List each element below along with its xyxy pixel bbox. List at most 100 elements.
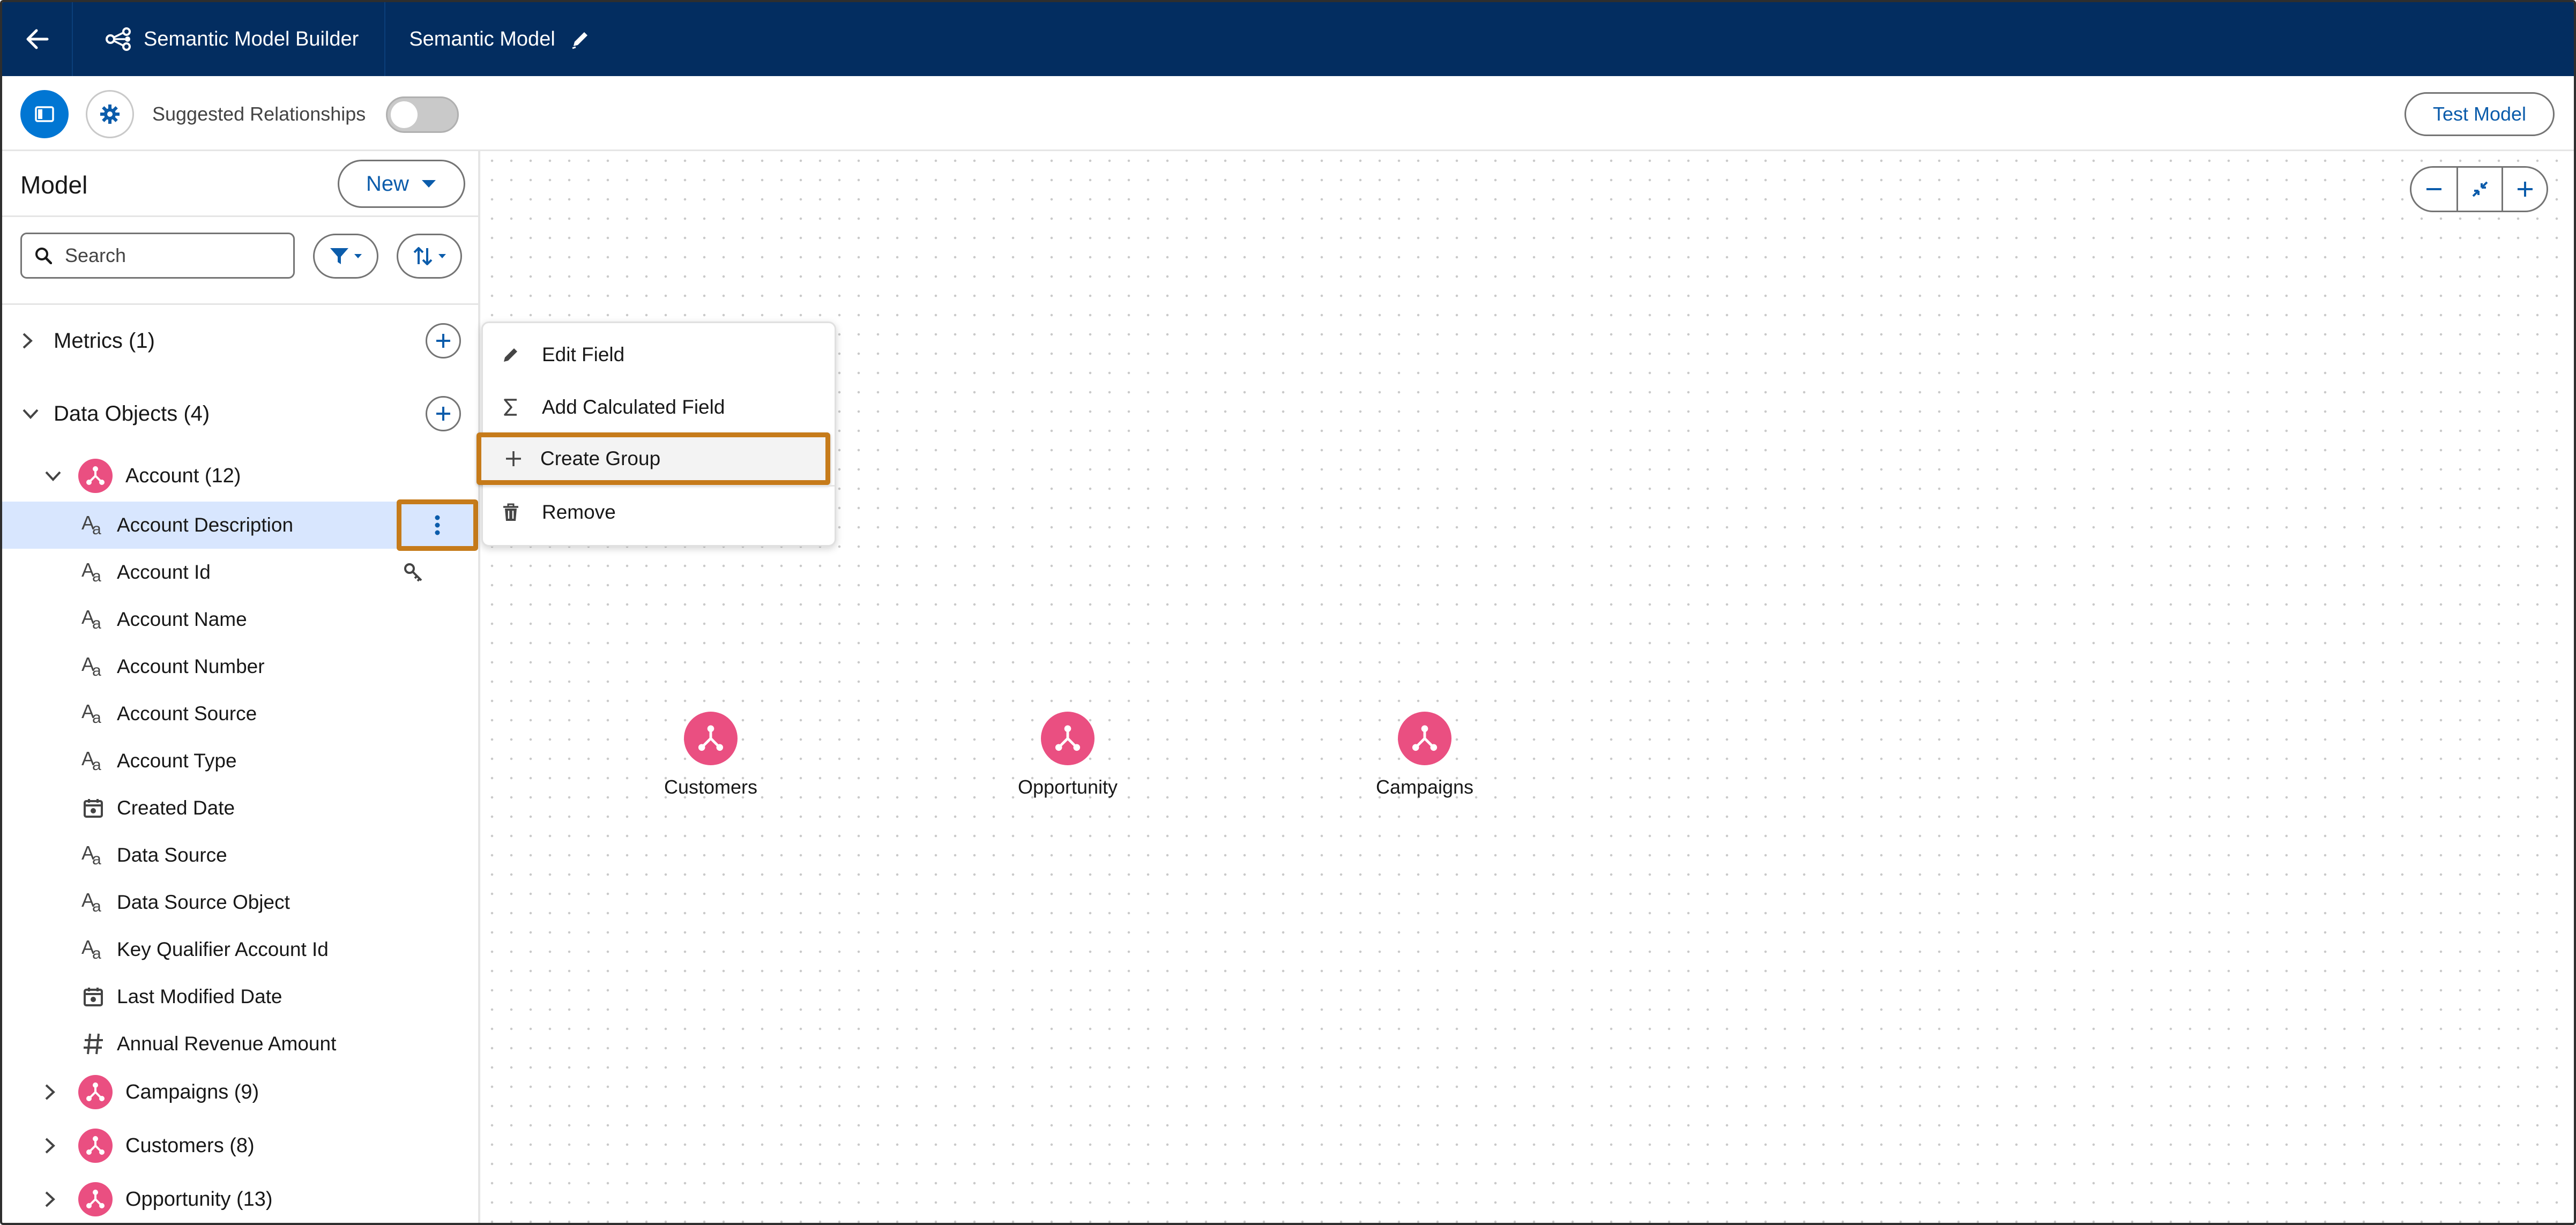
plus-icon	[502, 447, 525, 470]
zoom-out-button[interactable]	[2411, 168, 2456, 211]
sort-icon	[413, 247, 433, 265]
menu-item-label: Remove	[542, 501, 616, 523]
data-object-icon	[684, 712, 738, 765]
text-type-icon: Aa	[81, 559, 101, 585]
panel-left-icon	[35, 106, 54, 122]
data-objects-section[interactable]: Data Objects (4)	[2, 387, 478, 440]
fit-to-screen-button[interactable]	[2456, 168, 2501, 211]
contract-icon	[2472, 181, 2488, 197]
model-title: Semantic Model	[409, 27, 555, 50]
chevron-down-icon	[23, 409, 39, 419]
number-type-icon	[81, 1033, 105, 1055]
text-type-icon: Aa	[81, 748, 101, 774]
field-label: Account Type	[117, 750, 237, 772]
canvas-node-campaigns[interactable]: Campaigns	[1355, 712, 1494, 798]
node-label: Customers	[664, 776, 758, 798]
field-label: Last Modified Date	[117, 985, 282, 1007]
data-object-label: Campaigns (9)	[125, 1080, 259, 1103]
field-account-name[interactable]: Aa Account Name	[2, 596, 478, 643]
back-arrow-icon	[26, 29, 49, 49]
field-created-date[interactable]: Created Date	[2, 785, 478, 832]
data-object-label: Account (12)	[125, 464, 241, 487]
plus-icon	[436, 407, 450, 421]
menu-item-create-group[interactable]: Create Group	[477, 432, 830, 485]
menu-item-add-calculated-field[interactable]: Add Calculated Field	[483, 381, 835, 434]
minus-icon	[2426, 188, 2441, 190]
data-object-label: Opportunity (13)	[125, 1187, 273, 1211]
field-data-source[interactable]: Aa Data Source	[2, 832, 478, 879]
chevron-right-icon	[45, 1084, 55, 1100]
back-button[interactable]	[2, 2, 72, 76]
zoom-controls	[2410, 166, 2548, 212]
data-object-account[interactable]: Account (12)	[2, 450, 478, 502]
field-label: Data Source Object	[117, 891, 290, 913]
filter-icon	[330, 248, 348, 264]
calendar-icon	[81, 798, 105, 818]
trash-icon	[499, 501, 523, 524]
metrics-section[interactable]: Metrics (1)	[2, 314, 478, 368]
chevron-right-icon	[23, 333, 33, 349]
builder-toolbar: Suggested Relationships Test Model	[2, 76, 2574, 151]
caret-down-icon	[354, 254, 362, 258]
suggested-relationships-toggle[interactable]	[386, 96, 459, 133]
key-icon	[404, 563, 422, 582]
caret-down-icon	[438, 254, 446, 258]
add-metric-button[interactable]	[426, 323, 461, 358]
suggested-relationships-label: Suggested Relationships	[152, 103, 366, 125]
field-label: Account Description	[117, 514, 294, 536]
settings-button[interactable]	[86, 90, 134, 138]
data-object-icon	[1041, 712, 1095, 765]
menu-item-label: Add Calculated Field	[542, 396, 725, 418]
search-box[interactable]	[20, 233, 295, 279]
menu-item-remove[interactable]: Remove	[483, 486, 835, 539]
field-label: Account Source	[117, 703, 257, 724]
semantic-model-icon	[106, 27, 131, 51]
field-actions-button[interactable]	[397, 499, 478, 551]
canvas-node-customers[interactable]: Customers	[641, 712, 780, 798]
plus-icon	[2517, 182, 2533, 197]
menu-item-edit-field[interactable]: Edit Field	[483, 328, 835, 381]
field-data-source-object[interactable]: Aa Data Source Object	[2, 879, 478, 926]
data-object-campaigns[interactable]: Campaigns (9)	[2, 1066, 478, 1118]
field-label: Account Id	[117, 561, 211, 583]
new-button[interactable]: New	[338, 160, 465, 208]
field-account-id[interactable]: Aa Account Id	[2, 549, 478, 596]
node-label: Campaigns	[1375, 776, 1474, 798]
plus-icon	[436, 334, 450, 348]
field-label: Annual Revenue Amount	[117, 1033, 337, 1055]
data-object-customers[interactable]: Customers (8)	[2, 1120, 478, 1171]
model-canvas[interactable]: Customers Opportunity Campaigns	[482, 151, 2574, 1223]
sort-button[interactable]	[397, 234, 462, 279]
data-object-icon	[78, 1129, 113, 1163]
more-vertical-icon	[435, 515, 440, 535]
search-input[interactable]	[64, 244, 278, 267]
field-label: Created Date	[117, 797, 235, 819]
field-account-number[interactable]: Aa Account Number	[2, 643, 478, 690]
data-object-opportunity[interactable]: Opportunity (13)	[2, 1174, 478, 1223]
canvas-node-opportunity[interactable]: Opportunity	[998, 712, 1137, 798]
chevron-down-icon	[45, 471, 61, 481]
toggle-panel-button[interactable]	[20, 90, 69, 138]
text-type-icon: Aa	[81, 700, 101, 727]
text-type-icon: Aa	[81, 842, 101, 868]
field-annual-revenue-amount[interactable]: Annual Revenue Amount	[2, 1020, 478, 1067]
filter-button[interactable]	[313, 234, 378, 279]
edit-model-name-icon[interactable]	[570, 29, 591, 49]
field-last-modified-date[interactable]: Last Modified Date	[2, 973, 478, 1020]
field-context-menu: Edit Field Add Calculated Field Create Gro…	[477, 322, 836, 547]
chevron-right-icon	[45, 1191, 55, 1207]
text-type-icon: Aa	[81, 512, 101, 538]
new-button-label: New	[366, 171, 410, 196]
test-model-button[interactable]: Test Model	[2404, 92, 2555, 136]
field-key-qualifier-account-id[interactable]: Aa Key Qualifier Account Id	[2, 926, 478, 973]
field-account-description[interactable]: Aa Account Description	[2, 499, 478, 551]
zoom-in-button[interactable]	[2501, 168, 2547, 211]
add-data-object-button[interactable]	[426, 396, 461, 431]
app-title-section: Semantic Model Builder	[72, 2, 386, 76]
text-type-icon: Aa	[81, 606, 101, 632]
node-label: Opportunity	[1017, 776, 1118, 798]
search-icon	[35, 248, 52, 264]
field-label: Account Number	[117, 655, 265, 677]
field-account-type[interactable]: Aa Account Type	[2, 737, 478, 785]
field-account-source[interactable]: Aa Account Source	[2, 690, 478, 737]
